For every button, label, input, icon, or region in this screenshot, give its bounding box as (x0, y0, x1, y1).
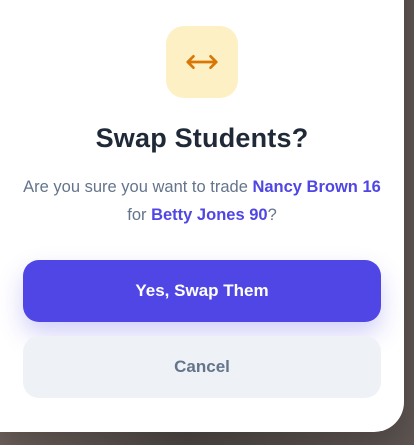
student-b-name: Betty Jones 90 (151, 206, 268, 224)
student-a-name: Nancy Brown 16 (252, 178, 381, 196)
message-prefix: Are you sure you want to trade (23, 178, 253, 196)
cancel-button[interactable]: Cancel (23, 336, 381, 398)
confirm-swap-button[interactable]: Yes, Swap Them (23, 260, 381, 322)
swap-students-dialog: Swap Students? Are you sure you want to … (0, 0, 404, 432)
message-middle: for (127, 206, 152, 224)
swap-icon-badge (166, 26, 238, 98)
dialog-message: Are you sure you want to trade Nancy Bro… (20, 173, 384, 229)
swap-horizontal-icon (186, 54, 218, 70)
message-suffix: ? (267, 206, 277, 224)
dialog-title: Swap Students? (95, 123, 309, 153)
